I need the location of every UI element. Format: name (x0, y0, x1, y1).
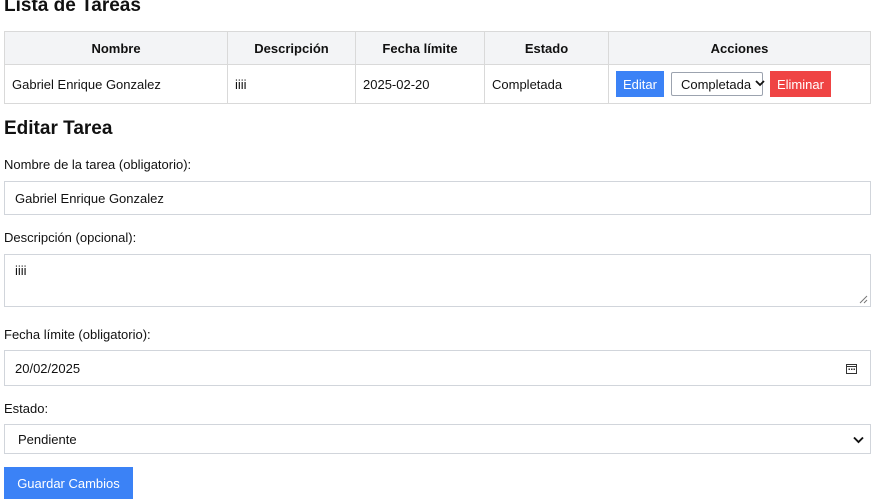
task-description-textarea[interactable]: iiii (4, 254, 871, 307)
task-description-value: iiii (15, 263, 27, 278)
task-table: Nombre Descripción Fecha límite Estado A… (4, 31, 871, 104)
save-changes-button[interactable]: Guardar Cambios (4, 467, 133, 499)
chevron-down-icon (755, 78, 765, 90)
cell-fecha: 2025-02-20 (355, 64, 485, 104)
cell-estado: Completada (484, 64, 609, 104)
row-status-select[interactable]: Completada (670, 72, 765, 96)
column-header-fecha: Fecha límite (355, 31, 485, 65)
resize-handle-icon[interactable] (859, 295, 868, 304)
task-page: Lista de Tareas Nombre Descripción Fecha… (0, 0, 881, 502)
task-name-label: Nombre de la tarea (obligatorio): (4, 157, 192, 172)
cell-nombre: Gabriel Enrique Gonzalez (4, 64, 228, 104)
due-date-value: 20/02/2025 (15, 360, 81, 376)
task-name-input[interactable]: Gabriel Enrique Gonzalez (4, 181, 871, 215)
due-date-label: Fecha límite (obligatorio): (4, 327, 151, 342)
status-select[interactable]: Pendiente (4, 424, 871, 454)
column-header-descripcion: Descripción (227, 31, 356, 65)
chevron-down-icon (853, 432, 864, 447)
row-actions: Editar Completada Eliminar (616, 71, 863, 97)
column-header-acciones: Acciones (608, 31, 871, 65)
row-status-select-value: Completada (680, 76, 752, 92)
due-date-input[interactable]: 20/02/2025 (4, 350, 871, 386)
status-label: Estado: (4, 401, 49, 416)
calendar-icon[interactable] (846, 363, 857, 374)
status-select-value: Pendiente (18, 431, 77, 447)
column-header-nombre: Nombre (4, 31, 228, 65)
task-description-label: Descripción (opcional): (4, 230, 137, 245)
edit-button[interactable]: Editar (616, 71, 664, 97)
cell-descripcion: iiii (227, 64, 356, 104)
table-header-row: Nombre Descripción Fecha límite Estado A… (4, 31, 871, 65)
task-name-value: Gabriel Enrique Gonzalez (15, 190, 164, 206)
delete-button[interactable]: Eliminar (769, 71, 831, 97)
cell-acciones: Editar Completada Eliminar (608, 64, 871, 104)
task-list-title: Lista de Tareas (4, 0, 141, 16)
table-row: Gabriel Enrique Gonzalez iiii 2025-02-20… (4, 64, 871, 104)
column-header-estado: Estado (484, 31, 609, 65)
edit-task-title: Editar Tarea (4, 118, 113, 139)
